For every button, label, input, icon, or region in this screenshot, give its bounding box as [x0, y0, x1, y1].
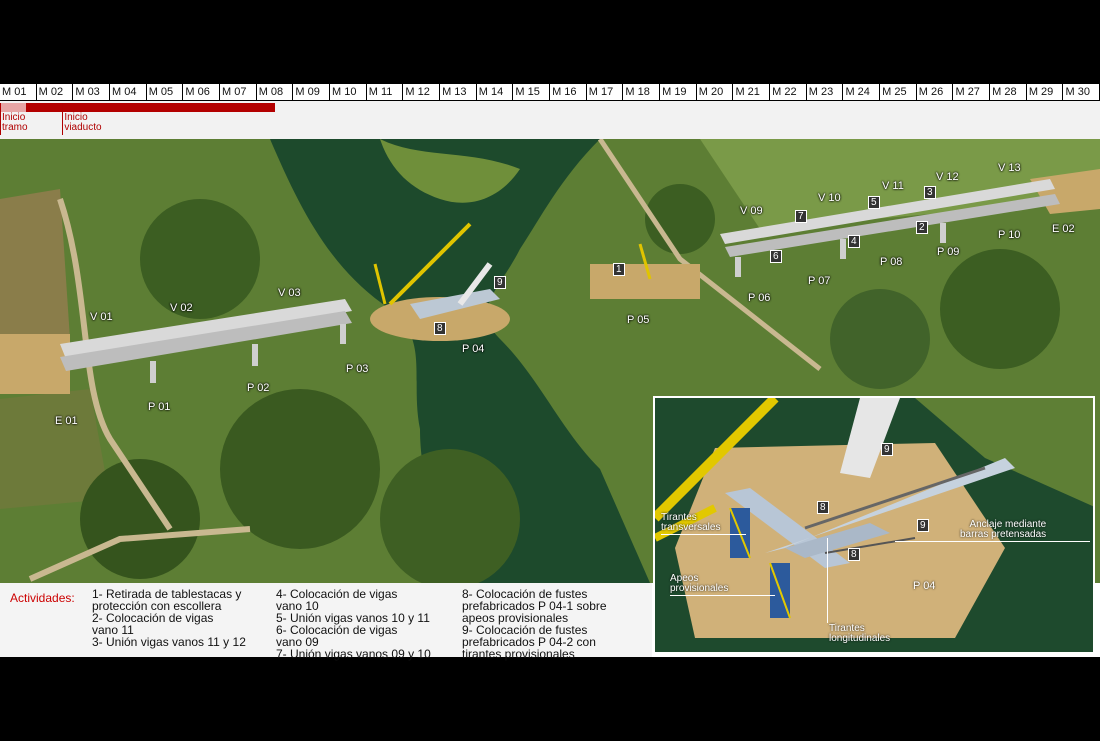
abutment-label-e01: E 01: [55, 415, 78, 427]
step-marker-5: 5: [868, 196, 880, 209]
legend-title: Actividades:: [10, 591, 75, 605]
month-cell: M 27: [953, 84, 991, 100]
month-cell: M 13: [440, 84, 477, 100]
month-cell: M 12: [403, 84, 441, 100]
span-label-v09: V 09: [740, 205, 763, 217]
milestone-label: Inicio tramo: [2, 113, 28, 133]
span-label-v10: V 10: [818, 192, 841, 204]
step-marker-6: 6: [770, 250, 782, 263]
month-cell: M 22: [770, 84, 807, 100]
milestone-line: tramo: [2, 122, 28, 133]
inset-step-9-top: 9: [881, 443, 893, 456]
month-cell: M 10: [330, 84, 367, 100]
activities-legend: Actividades: 1- Retirada de tablestacas …: [0, 583, 652, 660]
month-cell: M 17: [587, 84, 624, 100]
month-cell: M 23: [807, 84, 844, 100]
month-cell: M 06: [183, 84, 221, 100]
label-tirantes-longitudinales: Tirantes longitudinales: [829, 624, 890, 644]
leader-line: [895, 541, 1090, 542]
label-line: provisionales: [670, 583, 729, 594]
pier-label-p09: P 09: [937, 246, 960, 258]
timeline: M 01 M 02 M 03 M 04 M 05 M 06 M 07 M 08 M 09 M 10…: [0, 83, 1100, 139]
month-cell: M 25: [880, 84, 917, 100]
pier-label-p04: P 04: [462, 343, 485, 355]
pier-label-p05: P 05: [627, 314, 650, 326]
span-label-v12: V 12: [936, 171, 959, 183]
month-cell: M 05: [147, 84, 184, 100]
month-cell: M 01: [0, 84, 37, 100]
infographic-frame: M 01 M 02 M 03 M 04 M 05 M 06 M 07 M 08 M 09 M 10…: [0, 83, 1100, 660]
step-marker-2: 2: [916, 221, 928, 234]
step-marker-4: 4: [848, 235, 860, 248]
month-cell: M 20: [697, 84, 734, 100]
month-cell: M 15: [513, 84, 551, 100]
pier-label-p02: P 02: [247, 382, 270, 394]
span-label-v01: V 01: [90, 311, 113, 323]
month-cell: M 08: [257, 84, 294, 100]
label-apeos-provisionales: Apeos provisionales: [670, 574, 728, 594]
detail-inset-p04: 9 8 9 8 Tirantes transversales Anclaje m…: [653, 396, 1095, 654]
legend-column-1: 1- Retirada de tablestacas y protección c…: [92, 588, 246, 649]
legend-column-3: 8- Colocación de fustes prefabricados P 0…: [462, 588, 607, 661]
span-label-v03: V 03: [278, 287, 301, 299]
leader-line: [827, 538, 828, 623]
abutment-label-e02: E 02: [1052, 223, 1075, 235]
label-anclaje: Anclaje mediante barras pretensadas: [960, 520, 1046, 540]
month-cell: M 21: [733, 84, 771, 100]
pier-label-p06: P 06: [748, 292, 771, 304]
step-marker-8: 8: [434, 322, 446, 335]
month-cell: M 11: [367, 84, 404, 100]
pier-label-p01: P 01: [148, 401, 171, 413]
month-cell: M 03: [73, 84, 111, 100]
inset-step-9-right: 9: [917, 519, 929, 532]
month-cell: M 14: [477, 84, 514, 100]
span-label-v13: V 13: [998, 162, 1021, 174]
span-label-v02: V 02: [170, 302, 193, 314]
milestone-label: Inicio viaducto: [64, 113, 101, 133]
label-line: longitudinales: [829, 633, 891, 644]
milestone-line: viaducto: [64, 122, 102, 133]
inset-step-8-bottom: 8: [848, 548, 860, 561]
step-marker-7: 7: [795, 210, 807, 223]
pier-label-p08: P 08: [880, 256, 903, 268]
pier-label-p10: P 10: [998, 229, 1021, 241]
month-header: M 01 M 02 M 03 M 04 M 05 M 06 M 07 M 08 M 09 M 10…: [0, 83, 1100, 101]
label-line: barras pretensadas: [960, 529, 1047, 540]
milestone-tick: [62, 103, 64, 135]
pier-label-p03: P 03: [346, 363, 369, 375]
month-cell: M 26: [917, 84, 954, 100]
label-tirantes-transversales: Tirantes transversales: [661, 513, 720, 533]
month-cell: M 04: [110, 84, 147, 100]
step-marker-3: 3: [924, 186, 936, 199]
legend-column-2: 4- Colocación de vigas vano 10 5- Unión vi…: [276, 588, 431, 661]
month-cell: M 30: [1063, 84, 1100, 100]
leader-line: [661, 534, 746, 535]
inset-step-8-left: 8: [817, 501, 829, 514]
timeline-bar: [0, 103, 26, 112]
milestone-tick: [0, 103, 1, 135]
legend-line: tirantes provisionales: [462, 647, 575, 661]
legend-line: 7- Unión vigas vanos 09 y 10: [276, 647, 431, 661]
month-cell: M 28: [990, 84, 1027, 100]
month-cell: M 24: [843, 84, 881, 100]
month-cell: M 16: [550, 84, 587, 100]
month-cell: M 19: [660, 84, 697, 100]
month-cell: M 29: [1027, 84, 1064, 100]
label-line: transversales: [661, 522, 721, 533]
month-cell: M 09: [293, 84, 331, 100]
month-cell: M 02: [37, 84, 74, 100]
inset-pier-label-p04: P 04: [913, 580, 936, 592]
pier-label-p07: P 07: [808, 275, 831, 287]
timeline-bars: [0, 103, 1100, 113]
month-cell: M 18: [623, 84, 661, 100]
legend-line: 3- Unión vigas vanos 11 y 12: [92, 635, 246, 649]
span-label-v11: V 11: [882, 180, 904, 192]
month-cell: M 07: [220, 84, 257, 100]
step-marker-9: 9: [494, 276, 506, 289]
leader-line: [670, 595, 775, 596]
step-marker-1: 1: [613, 263, 625, 276]
